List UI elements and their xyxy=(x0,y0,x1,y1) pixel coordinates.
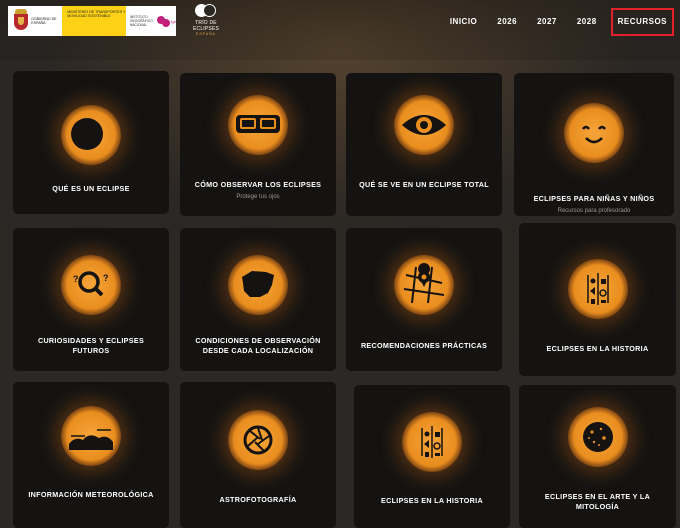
resource-card[interactable]: INFORMACIÓN METEOROLÓGICA xyxy=(13,382,169,528)
hieroglyphs-icon xyxy=(567,259,628,319)
ign-logo-icon xyxy=(157,14,170,28)
svg-text:?: ? xyxy=(73,274,79,284)
resource-card[interactable]: ASTROFOTOGRAFÍA xyxy=(180,382,336,528)
resource-card[interactable]: QUÉ ES UN ECLIPSE xyxy=(13,71,169,214)
card-title: ECLIPSES EN LA HISTORIA xyxy=(381,496,483,505)
card-subtitle: Protege tus ojos xyxy=(236,194,280,200)
starry-sphere-icon xyxy=(567,407,628,467)
card-title: ASTROFOTOGRAFÍA xyxy=(219,495,297,504)
card-title: QUÉ SE VE EN UN ECLIPSE TOTAL xyxy=(359,180,489,189)
nav-item-2026[interactable]: 2026 xyxy=(487,8,527,36)
nav-item-2028[interactable]: 2028 xyxy=(567,8,607,36)
resource-card[interactable]: ECLIPSES EN LA HISTORIA xyxy=(519,223,676,376)
hieroglyphs-icon xyxy=(402,412,462,472)
government-logo[interactable]: GOBIERNO DE ESPAÑA MINISTERIO DE TRANSPO… xyxy=(8,6,176,36)
nav-item-inicio[interactable]: INICIO xyxy=(440,8,487,36)
ign-logo-text: ign xyxy=(170,18,176,24)
eye-icon xyxy=(394,95,454,155)
card-title: CÓMO OBSERVAR LOS ECLIPSES xyxy=(194,180,322,189)
card-title: CURIOSIDADES Y ECLIPSES FUTUROS xyxy=(37,336,145,355)
resource-card[interactable]: ? ? CURIOSIDADES Y ECLIPSES FUTUROS xyxy=(13,228,169,371)
eclipse-glasses-icon xyxy=(228,95,288,155)
iberia-map-icon xyxy=(228,255,288,315)
nav-item-2027[interactable]: 2027 xyxy=(527,8,567,36)
svg-text:?: ? xyxy=(103,273,109,283)
gov-logo-agency-text: INSTITUTO GEOGRÁFICO NACIONAL xyxy=(129,15,153,27)
eclipse-logo-icon xyxy=(194,4,218,18)
trio-eclipses-logo[interactable]: TRÍO DE ECLIPSES ESPAÑA xyxy=(186,4,226,38)
eclipse-icon xyxy=(61,105,121,165)
card-title: CONDICIONES DE OBSERVACIÓN DESDE CADA LO… xyxy=(195,336,321,355)
resource-card[interactable]: QUÉ SE VE EN UN ECLIPSE TOTAL xyxy=(346,73,502,216)
site-header: GOBIERNO DE ESPAÑA MINISTERIO DE TRANSPO… xyxy=(0,0,680,60)
resource-card[interactable]: CÓMO OBSERVAR LOS ECLIPSES Protege tus o… xyxy=(180,73,336,216)
coat-of-arms-icon xyxy=(12,9,28,33)
resource-card[interactable]: RECOMENDACIONES PRÁCTICAS xyxy=(346,228,502,371)
map-pin-icon xyxy=(394,255,454,315)
resource-card[interactable]: ECLIPSES EN LA HISTORIA xyxy=(354,385,510,528)
main-nav: INICIO 2026 2027 2028 RECURSOS xyxy=(440,8,674,36)
magnifier-question-icon: ? ? xyxy=(61,255,121,315)
card-title: RECOMENDACIONES PRÁCTICAS xyxy=(360,341,488,350)
card-subtitle: Recursos para profesorado xyxy=(557,208,631,214)
trio-logo-name: TRÍO DE ECLIPSES xyxy=(192,20,220,32)
resource-card[interactable]: ECLIPSES EN EL ARTE Y LA MITOLOGÍA xyxy=(519,385,676,528)
resource-card[interactable]: CONDICIONES DE OBSERVACIÓN DESDE CADA LO… xyxy=(180,228,336,371)
gov-logo-left-text: GOBIERNO DE ESPAÑA xyxy=(31,17,57,25)
gov-logo-ministry-text: MINISTERIO DE TRANSPORTES Y MOVILIDAD SO… xyxy=(62,6,126,36)
card-title: QUÉ ES UN ECLIPSE xyxy=(52,184,130,193)
camera-aperture-icon xyxy=(228,410,288,470)
resource-card[interactable]: ECLIPSES PARA NIÑAS Y NIÑOS Recursos par… xyxy=(514,73,674,216)
card-title: ECLIPSES EN EL ARTE Y LA MITOLOGÍA xyxy=(544,492,651,511)
smiley-face-icon xyxy=(564,103,624,163)
trio-logo-country: ESPAÑA xyxy=(196,32,216,36)
nav-item-recursos[interactable]: RECURSOS xyxy=(610,8,674,36)
card-title: ECLIPSES PARA NIÑAS Y NIÑOS xyxy=(533,194,655,203)
card-title: ECLIPSES EN LA HISTORIA xyxy=(546,344,649,353)
clouds-icon xyxy=(61,406,121,466)
card-title: INFORMACIÓN METEOROLÓGICA xyxy=(28,490,154,499)
